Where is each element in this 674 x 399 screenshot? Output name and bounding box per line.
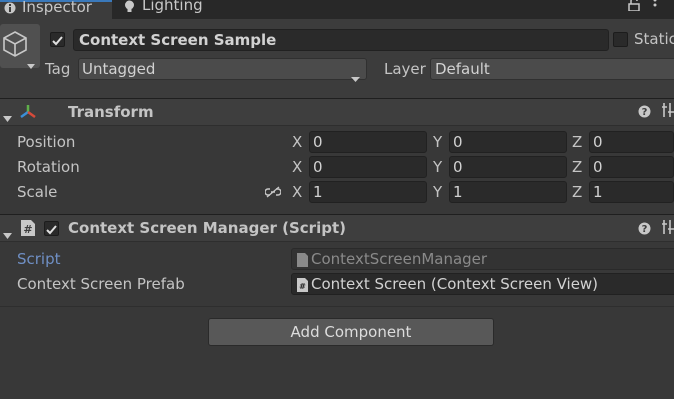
presets-icon[interactable] [662,103,674,121]
add-component-label: Add Component [290,323,412,341]
script-file-icon: # [20,219,36,241]
object-name-input[interactable]: Context Screen Sample [73,29,609,51]
scale-x-label: X [292,183,303,201]
scale-y-label: Y [433,183,443,201]
script-component-title: Context Screen Manager (Script) [68,219,346,237]
scale-label: Scale [17,183,58,201]
script-enabled-checkbox[interactable] [44,221,59,236]
dropdown-arrow-icon [27,55,35,73]
scale-x-input[interactable]: 1 [309,181,427,203]
position-y-value: 0 [453,133,463,151]
layer-dropdown[interactable]: Default [430,58,674,80]
foldout-arrow-icon[interactable] [3,108,12,126]
rotation-y-input[interactable]: 0 [449,156,567,178]
tag-dropdown[interactable]: Untagged [78,58,367,82]
constrain-proportions-icon[interactable] [264,184,282,202]
prefab-icon: # [297,277,308,297]
position-x-input[interactable]: 0 [309,131,427,153]
chevron-down-icon [351,67,360,87]
tag-value: Untagged [82,60,156,78]
gameobject-icon-box[interactable] [0,24,40,69]
layer-value: Default [435,60,490,78]
divider [0,306,674,307]
divider [0,241,674,242]
lock-icon[interactable] [628,0,640,15]
help-icon[interactable]: ? [638,104,651,122]
info-icon [4,2,16,14]
prefab-value: Context Screen (Context Screen View) [311,275,599,293]
help-icon[interactable]: ? [638,221,651,239]
script-field: ContextScreenManager [291,248,674,270]
position-y-label: Y [433,133,443,151]
scale-y-value: 1 [453,183,463,201]
position-z-label: Z [572,133,583,151]
scale-z-label: Z [572,183,583,201]
scale-y-input[interactable]: 1 [449,181,567,203]
rotation-z-input[interactable]: 0 [589,156,674,178]
scale-x-value: 1 [313,183,323,201]
layer-label: Layer [384,60,426,78]
more-options-icon[interactable] [652,0,658,15]
rotation-z-value: 0 [593,158,603,176]
transform-title: Transform [68,103,154,121]
prefab-label: Context Screen Prefab [17,275,185,293]
add-component-button[interactable]: Add Component [208,318,494,346]
rotation-z-label: Z [572,158,583,176]
position-x-value: 0 [313,133,323,151]
rotation-y-value: 0 [453,158,463,176]
position-z-input[interactable]: 0 [589,131,674,153]
object-name-text: Context Screen Sample [79,31,277,49]
lightbulb-icon [124,0,135,17]
divider [0,125,674,126]
tab-lighting-label: Lighting [142,0,203,14]
cube-icon [2,30,28,62]
position-y-input[interactable]: 0 [449,131,567,153]
rotation-x-value: 0 [313,158,323,176]
script-label: Script [17,250,61,268]
position-label: Position [17,133,76,151]
rotation-label: Rotation [17,158,80,176]
scale-z-input[interactable]: 1 [589,181,674,203]
active-checkbox[interactable] [50,32,65,47]
static-checkbox[interactable] [613,32,628,47]
scale-z-value: 1 [593,183,603,201]
rotation-y-label: Y [433,158,443,176]
tab-inspector[interactable]: Inspector [0,0,112,19]
script-value: ContextScreenManager [311,250,488,268]
position-z-value: 0 [593,133,603,151]
static-label: Static [634,30,674,48]
tab-lighting[interactable]: Lighting [113,0,223,17]
rotation-x-label: X [292,158,303,176]
transform-icon [18,103,38,125]
svg-text:?: ? [642,224,648,235]
svg-text:?: ? [642,107,648,118]
svg-text:#: # [299,282,306,291]
position-x-label: X [292,133,303,151]
rotation-x-input[interactable]: 0 [309,156,427,178]
script-file-icon [297,252,308,272]
svg-text:#: # [23,223,32,236]
presets-icon[interactable] [662,220,674,238]
prefab-field[interactable]: # Context Screen (Context Screen View) [291,273,674,295]
tab-inspector-label: Inspector [22,0,92,16]
tag-label: Tag [45,60,71,78]
